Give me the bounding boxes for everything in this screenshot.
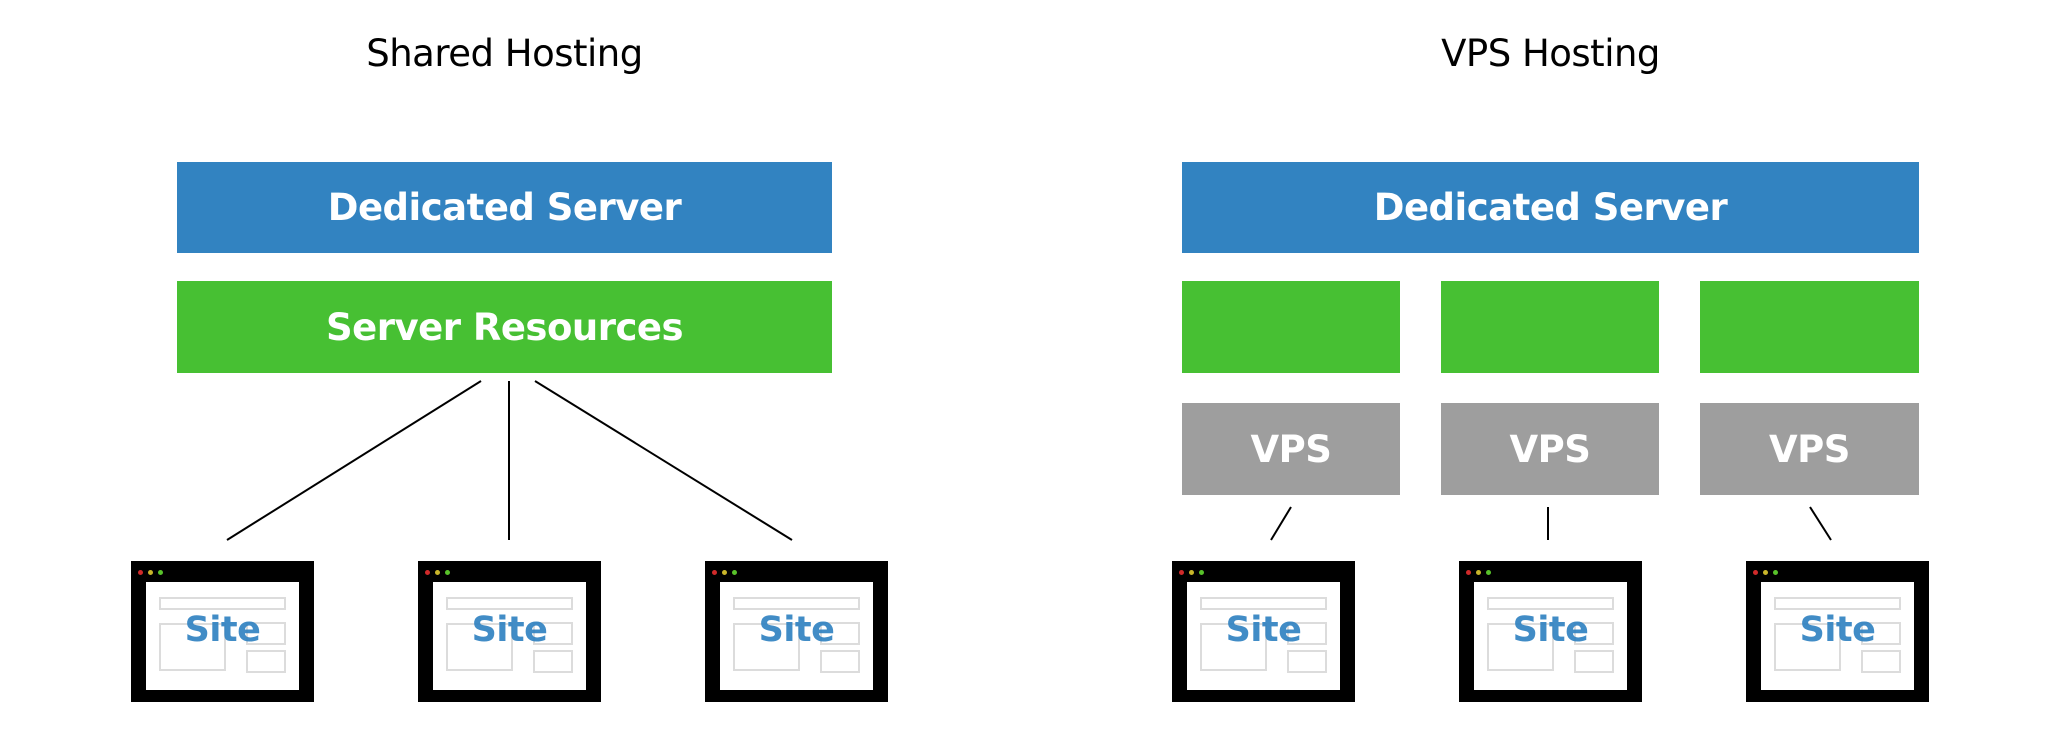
window-maximize-dot-icon [732, 570, 737, 575]
shared-hosting-title: Shared Hosting [366, 32, 643, 75]
vps-container-label: VPS [1509, 427, 1591, 471]
vps-container-label: VPS [1769, 427, 1850, 471]
window-close-dot-icon [1753, 570, 1758, 575]
site-label: Site [184, 610, 261, 650]
placeholder-sidebar-block [1861, 650, 1901, 673]
window-minimize-dot-icon [1189, 570, 1194, 575]
vps-connector-1 [1270, 506, 1292, 541]
placeholder-header [446, 597, 573, 610]
window-minimize-dot-icon [148, 570, 153, 575]
site-label: Site [471, 610, 548, 650]
window-close-dot-icon [425, 570, 430, 575]
browser-window: Site [705, 561, 888, 702]
placeholder-header [1487, 597, 1614, 610]
site-label: Site [1225, 610, 1302, 650]
vps-connector-3 [1809, 506, 1832, 541]
window-screen: Site [1474, 582, 1627, 690]
vps-container-box: VPS [1700, 403, 1919, 495]
window-screen: Site [1187, 582, 1340, 690]
window-maximize-dot-icon [1773, 570, 1778, 575]
vps-hosting-title: VPS Hosting [1441, 32, 1660, 75]
placeholder-sidebar-block [246, 650, 286, 673]
browser-window: Site [1746, 561, 1929, 702]
placeholder-header [733, 597, 860, 610]
window-screen: Site [146, 582, 299, 690]
window-maximize-dot-icon [445, 570, 450, 575]
window-minimize-dot-icon [722, 570, 727, 575]
site-label: Site [1512, 610, 1589, 650]
vps-dedicated-server-box: Dedicated Server [1182, 162, 1919, 253]
shared-connector-right [534, 380, 793, 541]
site-label: Site [758, 610, 835, 650]
vps-resource-box [1441, 281, 1659, 373]
window-maximize-dot-icon [158, 570, 163, 575]
window-screen: Site [720, 582, 873, 690]
window-close-dot-icon [1466, 570, 1471, 575]
vps-resource-box [1182, 281, 1400, 373]
vps-container-label: VPS [1250, 427, 1332, 471]
placeholder-sidebar-block [1287, 650, 1327, 673]
window-minimize-dot-icon [1476, 570, 1481, 575]
shared-dedicated-server-label: Dedicated Server [327, 186, 682, 229]
shared-server-resources-box: Server Resources [177, 281, 832, 373]
vps-container-box: VPS [1441, 403, 1659, 495]
window-minimize-dot-icon [435, 570, 440, 575]
shared-connector-left [226, 380, 482, 541]
window-close-dot-icon [1179, 570, 1184, 575]
window-maximize-dot-icon [1486, 570, 1491, 575]
placeholder-header [1774, 597, 1901, 610]
vps-container-box: VPS [1182, 403, 1400, 495]
shared-dedicated-server-box: Dedicated Server [177, 162, 832, 253]
window-minimize-dot-icon [1763, 570, 1768, 575]
placeholder-sidebar-block [820, 650, 860, 673]
placeholder-header [159, 597, 286, 610]
placeholder-sidebar-block [1574, 650, 1614, 673]
vps-resource-box [1700, 281, 1919, 373]
window-close-dot-icon [712, 570, 717, 575]
window-screen: Site [1761, 582, 1914, 690]
window-screen: Site [433, 582, 586, 690]
site-label: Site [1799, 610, 1876, 650]
browser-window: Site [418, 561, 601, 702]
placeholder-header [1200, 597, 1327, 610]
shared-server-resources-label: Server Resources [326, 305, 684, 349]
browser-window: Site [1172, 561, 1355, 702]
browser-window: Site [1459, 561, 1642, 702]
placeholder-sidebar-block [533, 650, 573, 673]
window-maximize-dot-icon [1199, 570, 1204, 575]
vps-dedicated-server-label: Dedicated Server [1373, 186, 1728, 229]
window-close-dot-icon [138, 570, 143, 575]
browser-window: Site [131, 561, 314, 702]
